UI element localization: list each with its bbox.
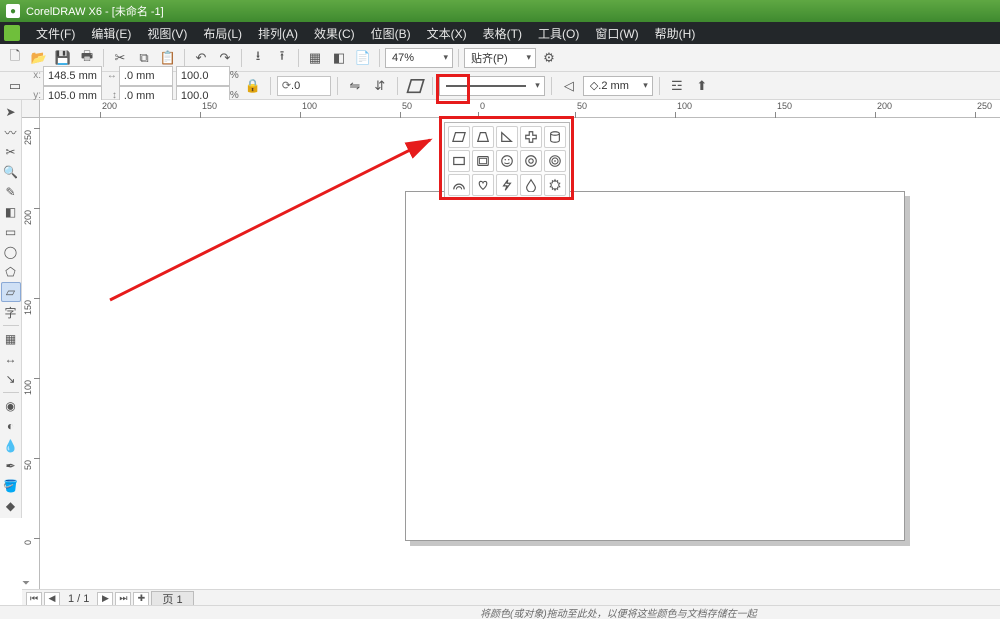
menu-text[interactable]: 文本(X) xyxy=(419,22,475,44)
right-triangle-icon[interactable] xyxy=(496,126,518,148)
scale-x-input[interactable]: 100.0 xyxy=(176,66,230,86)
window-title: CorelDRAW X6 - [未命名 -1] xyxy=(26,3,164,19)
fill-tool[interactable]: 🪣 xyxy=(1,476,21,496)
interactive-fill-tool[interactable]: ◆ xyxy=(1,496,21,516)
page[interactable] xyxy=(405,191,905,541)
outline-width-combo[interactable]: ◇ .2 mm xyxy=(583,76,653,96)
trapezoid-icon[interactable] xyxy=(472,126,494,148)
prev-page-button[interactable]: ◀ xyxy=(44,592,60,606)
parallelogram-icon[interactable] xyxy=(448,126,470,148)
outline-tool[interactable]: ✒ xyxy=(1,456,21,476)
welcome-button[interactable]: ◧ xyxy=(328,47,350,69)
page-tab-1[interactable]: 页 1 xyxy=(151,591,193,606)
new-button[interactable]: 🗋 xyxy=(4,47,26,69)
property-bar: ▭ x:148.5 mm y:105.0 mm ↔.0 mm ↕.0 mm 10… xyxy=(0,72,1000,100)
status-hint: 将颜色(或对象)拖动至此处，以便将这些颜色与文档存储在一起 xyxy=(480,605,757,620)
rectangle-tool[interactable]: ▭ xyxy=(1,222,21,242)
arch-icon[interactable] xyxy=(448,174,470,196)
frame-icon[interactable] xyxy=(472,150,494,172)
pdf-button[interactable]: 📄 xyxy=(352,47,374,69)
ruler-origin[interactable] xyxy=(22,100,40,118)
mirror-v-button[interactable]: ⇵ xyxy=(369,75,391,97)
first-page-button[interactable]: ⏮ xyxy=(26,592,42,606)
toolbox: ➤ 〰 ✂ 🔍 ✎ ◧ ▭ ◯ ⬠ ▱ 字 ▦ ↔ ↘ ◉ ◐ 💧 ✒ 🪣 ◆ xyxy=(0,100,22,518)
menu-table[interactable]: 表格(T) xyxy=(475,22,530,44)
connector-tool[interactable]: ↘ xyxy=(1,369,21,389)
text-tool[interactable]: 字 xyxy=(1,302,21,322)
menu-tools[interactable]: 工具(O) xyxy=(530,22,587,44)
donut-icon[interactable] xyxy=(520,150,542,172)
title-bar: CorelDRAW X6 - [未命名 -1] xyxy=(0,0,1000,22)
menu-layout[interactable]: 布局(L) xyxy=(195,22,250,44)
pos-x-input[interactable]: 148.5 mm xyxy=(43,66,102,86)
cylinder-icon[interactable] xyxy=(544,126,566,148)
line-style-combo[interactable] xyxy=(439,76,545,96)
target-icon[interactable] xyxy=(544,150,566,172)
page-size-button[interactable]: ▭ xyxy=(4,75,26,97)
wrap-text-button[interactable]: ☲ xyxy=(666,75,688,97)
menu-view[interactable]: 视图(V) xyxy=(139,22,195,44)
shape-tool[interactable]: 〰 xyxy=(1,122,21,142)
import-button[interactable]: ⭳ xyxy=(247,47,269,69)
transparency-tool[interactable]: ◐ xyxy=(1,416,21,436)
zoom-tool[interactable]: 🔍 xyxy=(1,162,21,182)
status-bar: 将颜色(或对象)拖动至此处，以便将这些颜色与文档存储在一起 xyxy=(0,605,1000,619)
crop-tool[interactable]: ✂ xyxy=(1,142,21,162)
app-logo-icon xyxy=(6,4,20,18)
app-launcher-button[interactable]: ▦ xyxy=(304,47,326,69)
menu-file[interactable]: 文件(F) xyxy=(28,22,83,44)
drop-icon[interactable] xyxy=(520,174,542,196)
table-tool[interactable]: ▦ xyxy=(1,329,21,349)
corel-icon xyxy=(4,25,20,41)
rotation-input[interactable]: ⟳ .0 xyxy=(277,76,331,96)
freehand-tool[interactable]: ✎ xyxy=(1,182,21,202)
menu-window[interactable]: 窗口(W) xyxy=(587,22,646,44)
dimension-tool[interactable]: ↔ xyxy=(1,349,21,369)
page-indicator: 1 / 1 xyxy=(68,593,89,605)
next-page-button[interactable]: ▶ xyxy=(97,592,113,606)
menu-effects[interactable]: 效果(C) xyxy=(306,22,363,44)
menu-help[interactable]: 帮助(H) xyxy=(647,22,704,44)
menu-bar: 文件(F) 编辑(E) 视图(V) 布局(L) 排列(A) 效果(C) 位图(B… xyxy=(0,22,1000,44)
basic-shapes-flyout xyxy=(444,122,570,200)
zoom-combo[interactable]: 47% xyxy=(385,48,453,68)
ellipse-tool[interactable]: ◯ xyxy=(1,242,21,262)
pick-tool[interactable]: ➤ xyxy=(1,102,21,122)
basic-shapes-tool[interactable]: ▱ xyxy=(1,282,21,302)
blend-tool[interactable]: ◉ xyxy=(1,396,21,416)
mirror-h-button[interactable]: ⇋ xyxy=(344,75,366,97)
last-page-button[interactable]: ⏭ xyxy=(115,592,131,606)
polygon-tool[interactable]: ⬠ xyxy=(1,262,21,282)
docker-toggle-icon[interactable]: ⏷ xyxy=(22,578,30,589)
perfect-shape-button[interactable] xyxy=(404,75,426,97)
rectangle-icon[interactable] xyxy=(448,150,470,172)
lightning-icon[interactable] xyxy=(496,174,518,196)
snap-combo[interactable]: 贴齐(P) xyxy=(464,48,536,68)
menu-edit[interactable]: 编辑(E) xyxy=(83,22,139,44)
to-front-button[interactable]: ⬆ xyxy=(691,75,713,97)
width-input[interactable]: .0 mm xyxy=(119,66,173,86)
heart-icon[interactable] xyxy=(472,174,494,196)
cog-icon[interactable] xyxy=(544,174,566,196)
menu-bitmaps[interactable]: 位图(B) xyxy=(363,22,419,44)
lock-ratio-button[interactable]: 🔒 xyxy=(242,75,264,97)
eyedropper-tool[interactable]: 💧 xyxy=(1,436,21,456)
smiley-icon[interactable] xyxy=(496,150,518,172)
ruler-horizontal[interactable]: 20015010050050100150200250 xyxy=(40,100,1000,118)
plus-icon[interactable] xyxy=(520,126,542,148)
export-button[interactable]: ⭱ xyxy=(271,47,293,69)
smart-fill-tool[interactable]: ◧ xyxy=(1,202,21,222)
menu-arrange[interactable]: 排列(A) xyxy=(250,22,306,44)
add-page-button[interactable]: ✚ xyxy=(133,592,149,606)
start-arrowhead-button[interactable]: ◁ xyxy=(558,75,580,97)
options-button[interactable]: ⚙ xyxy=(538,47,560,69)
ruler-vertical[interactable]: 250200150100500 xyxy=(22,118,40,589)
